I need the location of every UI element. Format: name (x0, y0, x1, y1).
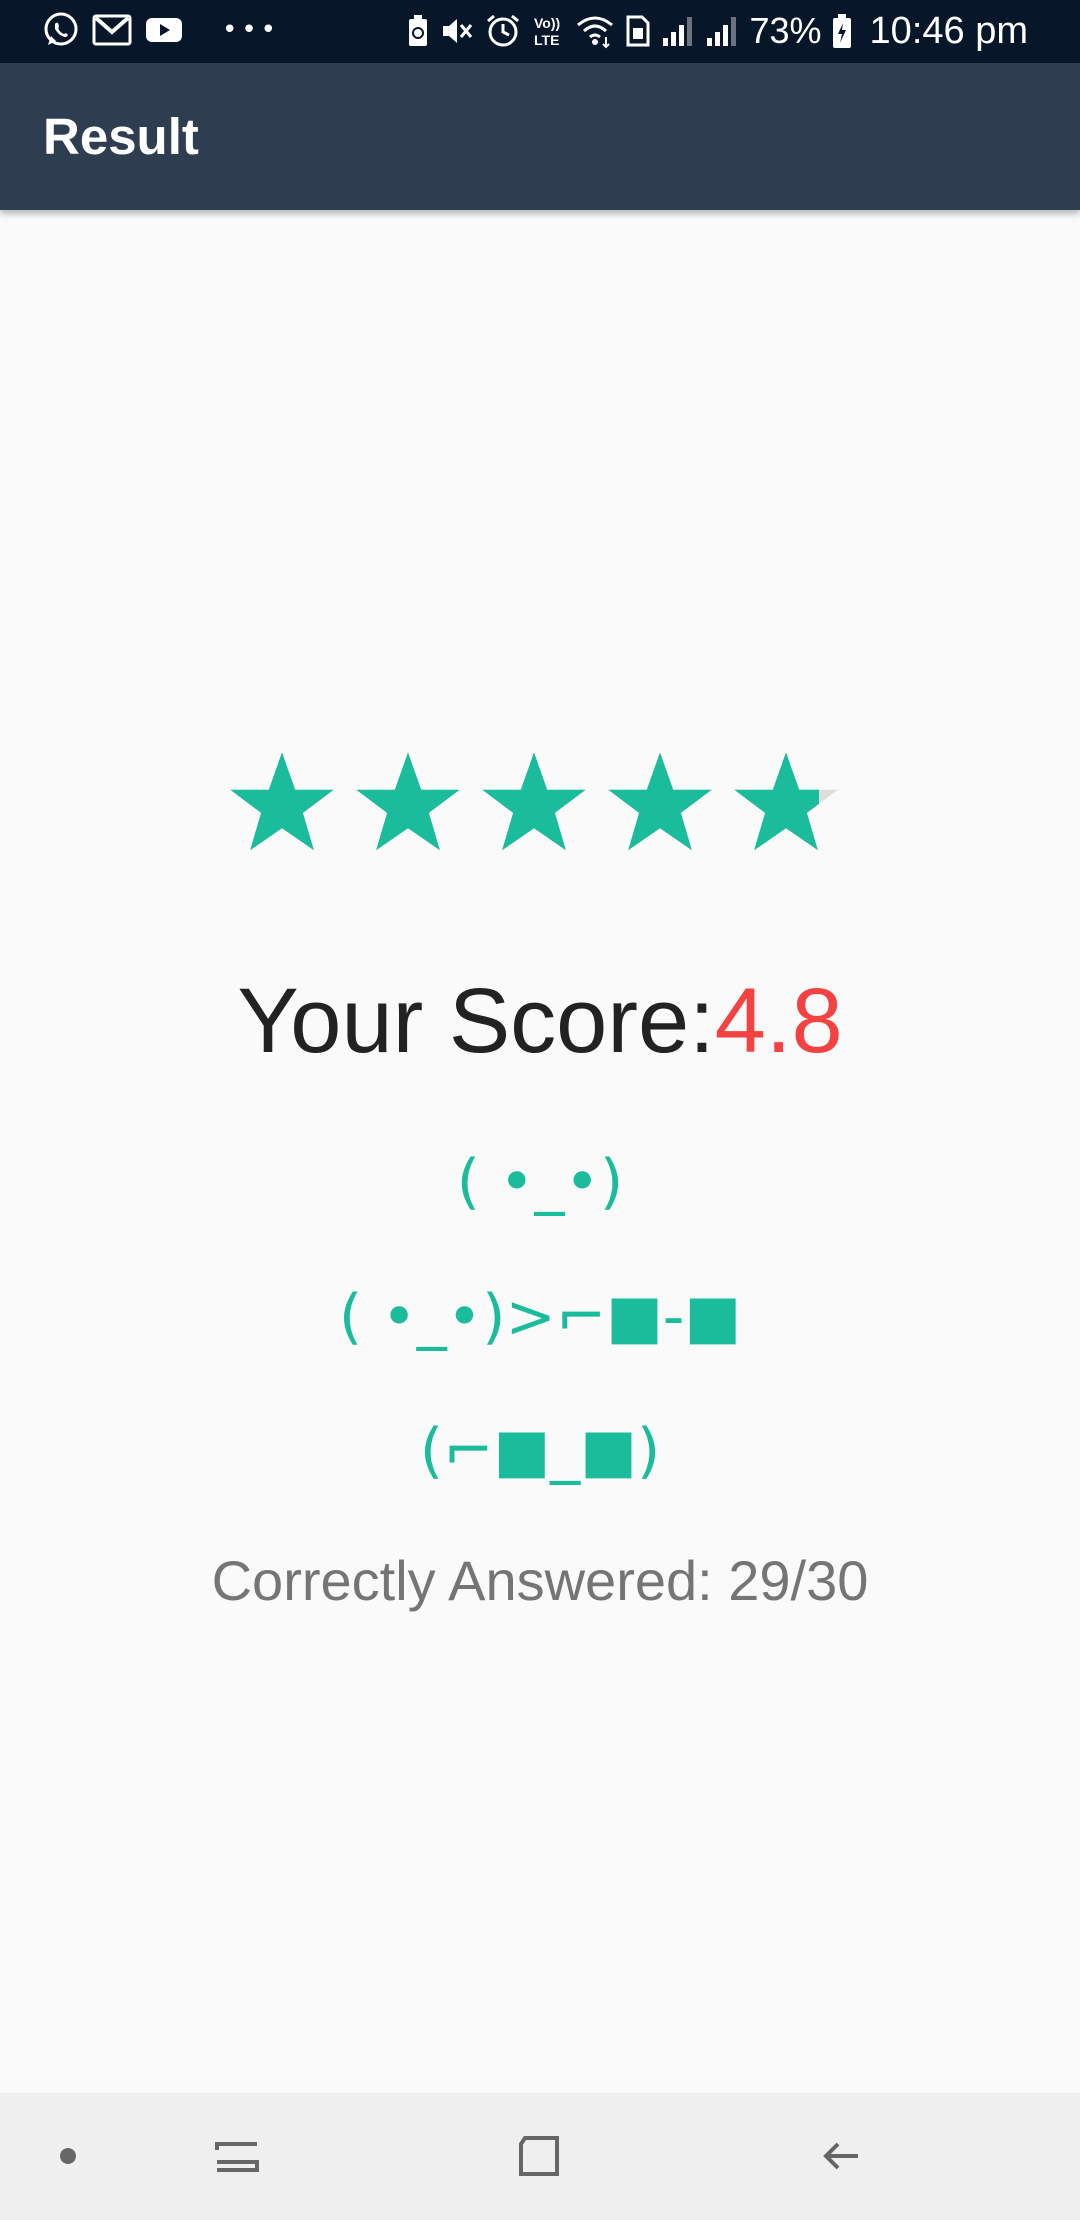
star-icon (734, 752, 838, 851)
page-title: Result (43, 108, 199, 165)
more-notifications-icon: ••• (222, 15, 281, 45)
star-rating (227, 748, 853, 858)
emoticon-line-1: ( •_•) (456, 1147, 624, 1217)
result-screen: ••• Vo)) LTE 73% 10:46 pm Result Your Sc… (0, 0, 1080, 2220)
svg-text:LTE: LTE (534, 32, 559, 48)
star-icon (356, 752, 460, 851)
navigation-bar (0, 2093, 1080, 2220)
clock: 10:46 pm (869, 10, 1028, 52)
youtube-icon (144, 15, 184, 45)
system-status-icons: Vo)) LTE 73% 10:46 pm (407, 8, 1028, 54)
star-icon (230, 752, 334, 851)
wifi-icon (575, 13, 615, 49)
emoticon-line-2: ( •_•)>⌐■-■ (338, 1282, 742, 1352)
sim-icon (625, 14, 651, 48)
status-bar: ••• Vo)) LTE 73% 10:46 pm (0, 0, 1080, 63)
signal-2-icon (705, 14, 739, 48)
recent-apps-icon (215, 2142, 259, 2172)
back-icon (823, 2142, 858, 2170)
signal-1-icon (661, 14, 695, 48)
notification-icons: ••• (42, 10, 280, 50)
score-line: Your Score:4.8 (0, 966, 1080, 1076)
score-value: 4.8 (714, 970, 843, 1072)
battery-charging-icon (832, 13, 852, 49)
whatsapp-icon (42, 11, 80, 49)
svg-text:Vo)): Vo)) (534, 15, 560, 31)
emoticon-line-3: (⌐■_■) (419, 1416, 661, 1486)
app-bar: Result (0, 63, 1080, 210)
mute-icon (439, 14, 475, 48)
star-icon (482, 752, 586, 851)
volte-icon: Vo)) LTE (531, 13, 565, 49)
gmail-icon (92, 13, 132, 47)
alarm-icon (485, 13, 521, 49)
back-button[interactable] (807, 2121, 877, 2191)
star-icon (608, 752, 712, 851)
nav-dot-icon[interactable] (33, 2121, 103, 2191)
correctly-answered-text: Correctly Answered: 29/30 (211, 1549, 869, 1612)
battery-percent: 73% (749, 10, 822, 51)
battery-saver-icon (407, 14, 429, 48)
recent-apps-button[interactable] (202, 2121, 272, 2191)
home-button[interactable] (504, 2121, 574, 2191)
home-icon (519, 2136, 559, 2176)
score-label: Your Score: (237, 970, 715, 1072)
